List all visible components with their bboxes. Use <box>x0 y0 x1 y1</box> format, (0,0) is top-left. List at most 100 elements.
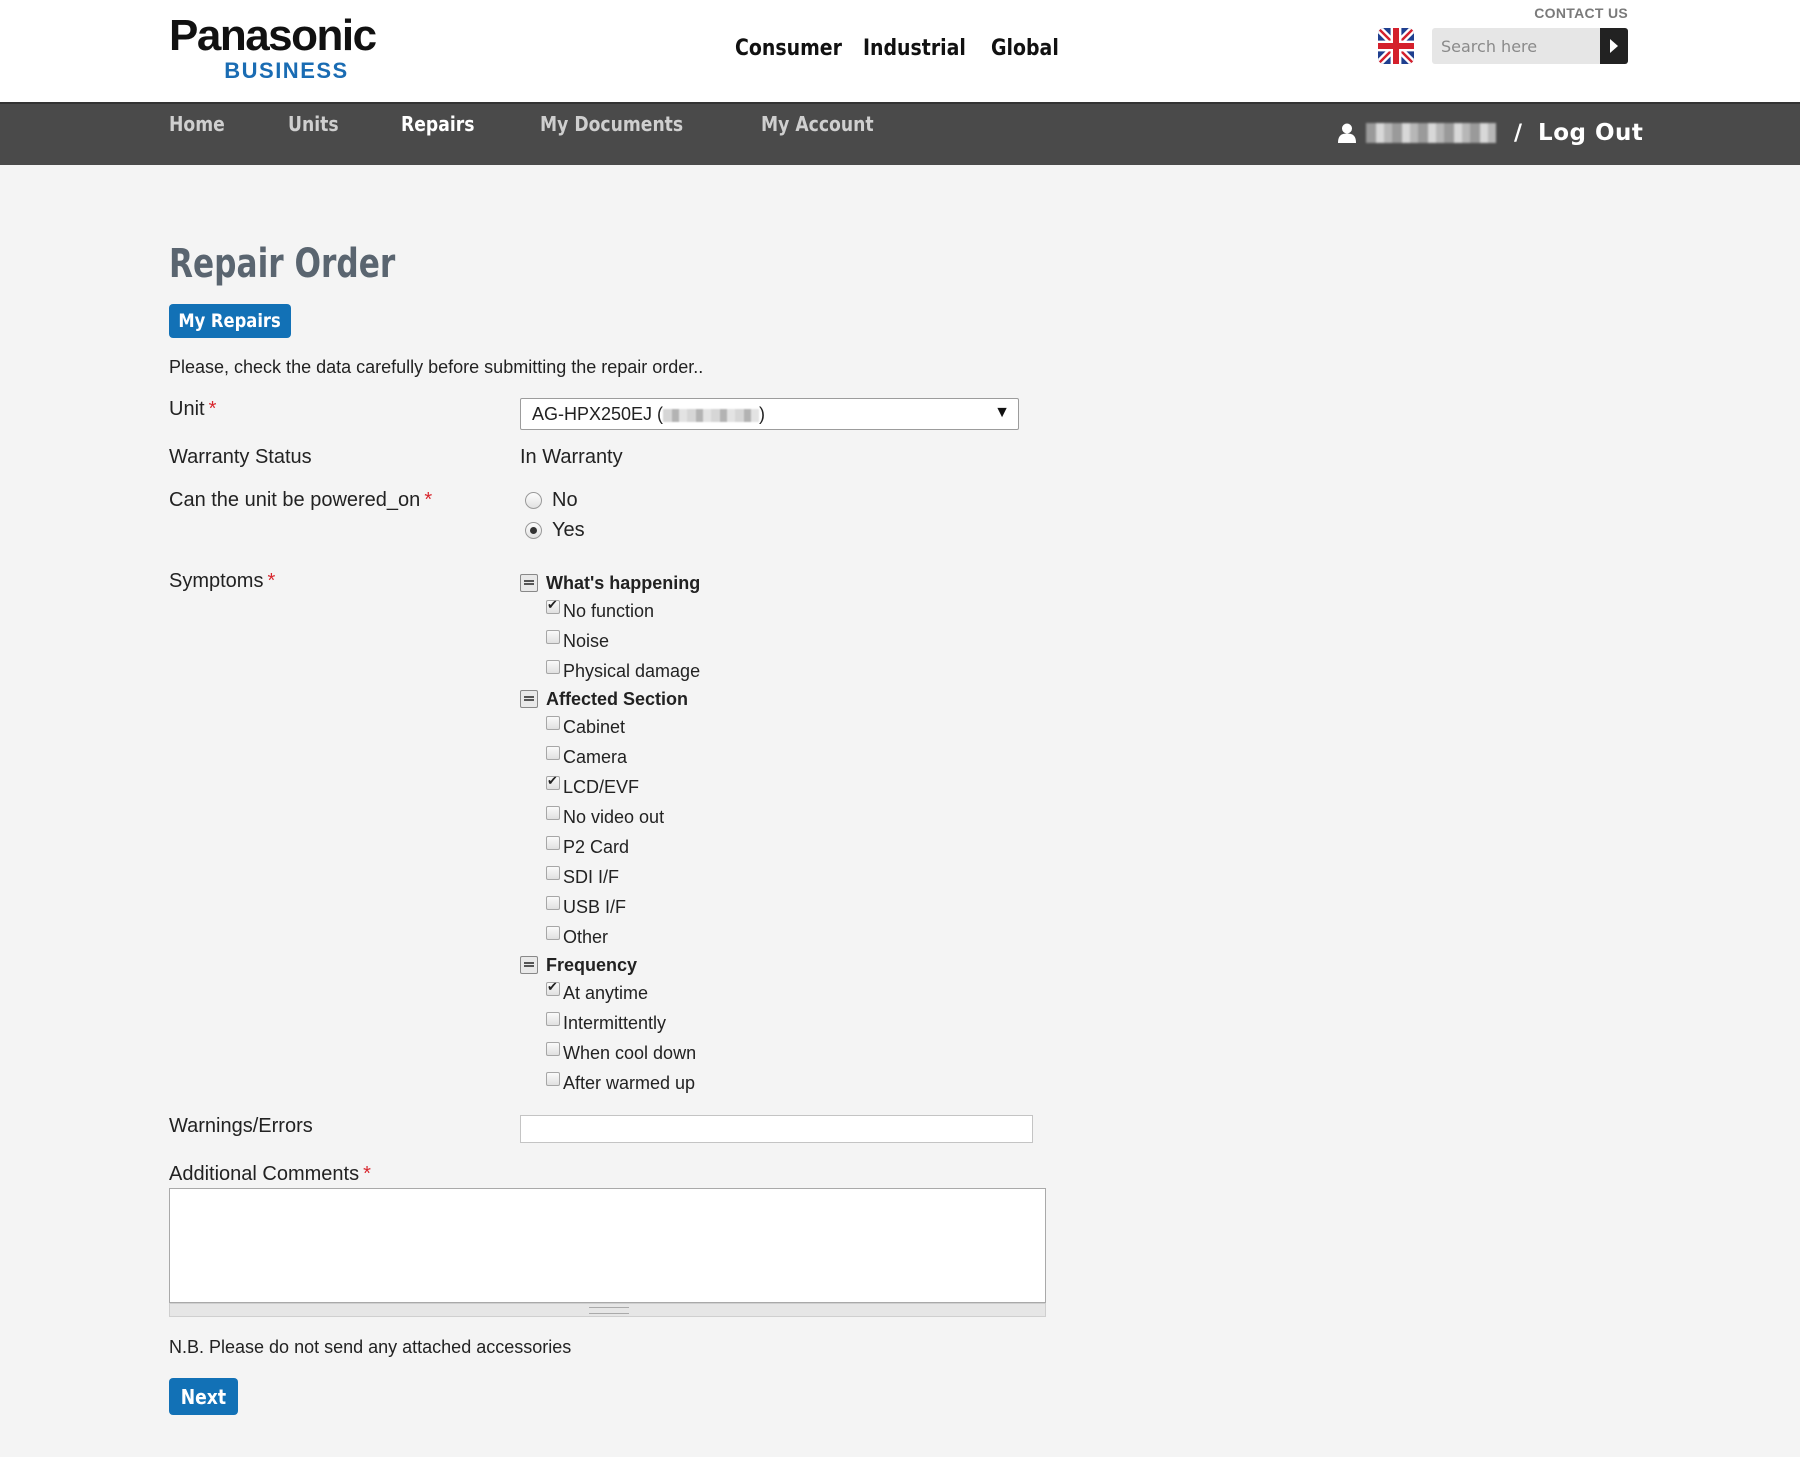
checkbox-sdi-if[interactable] <box>546 866 560 880</box>
user-area: / Log Out <box>1338 120 1643 146</box>
powered-on-label-text: Can the unit be powered_on <box>169 489 421 511</box>
checkbox-label: Camera <box>563 746 628 767</box>
checkbox-label: Cabinet <box>563 716 626 737</box>
uk-flag-icon[interactable] <box>1378 28 1414 64</box>
symptom-cabinet[interactable]: Cabinet <box>520 712 700 742</box>
required-mark: * <box>208 398 217 420</box>
comments-textarea[interactable] <box>169 1188 1046 1303</box>
nav-repairs[interactable]: Repairs <box>401 112 474 136</box>
checkbox-noise[interactable] <box>546 630 560 644</box>
comments-label: Additional Comments * <box>169 1163 371 1186</box>
checkbox-label: When cool down <box>563 1042 697 1063</box>
symptom-sdi-if[interactable]: SDI I/F <box>520 862 700 892</box>
checkbox-label: Other <box>563 926 609 947</box>
checkbox-label: SDI I/F <box>563 866 620 887</box>
search-input[interactable] <box>1432 28 1591 64</box>
checkbox-label: Intermittently <box>563 1012 667 1033</box>
checkbox-intermittently[interactable] <box>546 1012 560 1026</box>
comments-label-text: Additional Comments <box>169 1163 360 1185</box>
radio-option-yes[interactable]: Yes <box>520 515 585 545</box>
search-box <box>1432 28 1628 64</box>
checkbox-at-anytime[interactable] <box>546 979 560 996</box>
symptom-no-video-out[interactable]: No video out <box>520 802 700 832</box>
radio-no[interactable] <box>525 491 542 509</box>
comments-container <box>169 1188 1046 1318</box>
radio-yes[interactable] <box>525 521 542 539</box>
collapse-icon[interactable] <box>520 574 538 592</box>
checkbox-camera[interactable] <box>546 746 560 760</box>
nav-units[interactable]: Units <box>288 112 339 136</box>
next-button[interactable]: Next <box>169 1378 238 1415</box>
checkbox-label: P2 Card <box>563 836 630 857</box>
top-nav-consumer[interactable]: Consumer <box>735 36 842 61</box>
symptom-group-frequency[interactable]: Frequency <box>520 952 700 978</box>
checkbox-no-function[interactable] <box>546 597 560 614</box>
checkbox-no-video-out[interactable] <box>546 806 560 820</box>
checkbox-when-cool-down[interactable] <box>546 1042 560 1056</box>
next-button-label: Next <box>180 1384 227 1409</box>
separator-slash: / <box>1514 120 1523 146</box>
checkbox-label: No video out <box>563 806 665 827</box>
checkbox-cabinet[interactable] <box>546 716 560 730</box>
checkbox-lcd-evf[interactable] <box>546 773 560 790</box>
site-header: Panasonic BUSINESS Consumer Industrial G… <box>0 0 1800 102</box>
checkbox-usb-if[interactable] <box>546 896 560 910</box>
checkbox-label: No function <box>563 600 655 621</box>
nav-my-documents[interactable]: My Documents <box>540 112 683 136</box>
warnings-input[interactable] <box>520 1115 1033 1143</box>
collapse-icon[interactable] <box>520 690 538 708</box>
symptoms-label: Symptoms * <box>169 570 275 593</box>
username-redacted <box>1366 123 1496 143</box>
my-repairs-button-label: My Repairs <box>178 310 282 332</box>
user-icon <box>1338 123 1356 143</box>
warnings-label: Warnings/Errors <box>169 1115 313 1137</box>
serial-redacted <box>663 408 760 422</box>
top-nav-industrial[interactable]: Industrial <box>863 36 966 61</box>
collapse-icon[interactable] <box>520 956 538 974</box>
checkbox-label: Noise <box>563 630 610 651</box>
unit-select[interactable]: AG-HPX250EJ () ▼ <box>520 398 1019 430</box>
symptom-group-affected-section[interactable]: Affected Section <box>520 686 700 712</box>
symptom-p2-card[interactable]: P2 Card <box>520 832 700 862</box>
top-nav-global[interactable]: Global <box>991 36 1059 61</box>
radio-option-no[interactable]: No <box>520 485 585 515</box>
my-repairs-button[interactable]: My Repairs <box>169 304 291 338</box>
nav-my-account[interactable]: My Account <box>761 112 874 136</box>
warranty-value: In Warranty <box>520 446 623 468</box>
powered-on-label: Can the unit be powered_on * <box>169 489 432 512</box>
arrow-right-icon <box>1610 39 1618 53</box>
checkbox-p2-card[interactable] <box>546 836 560 850</box>
search-button[interactable] <box>1600 28 1628 64</box>
checkbox-label: At anytime <box>563 982 649 1003</box>
contact-us-link[interactable]: CONTACT US <box>1534 5 1628 21</box>
symptom-physical-damage[interactable]: Physical damage <box>520 656 700 686</box>
required-mark: * <box>424 489 433 511</box>
symptom-usb-if[interactable]: USB I/F <box>520 892 700 922</box>
resize-handle[interactable] <box>169 1303 1046 1317</box>
checkbox-physical-damage[interactable] <box>546 660 560 674</box>
dropdown-arrow-icon: ▼ <box>994 404 1010 421</box>
symptom-camera[interactable]: Camera <box>520 742 700 772</box>
symptom-noise[interactable]: Noise <box>520 626 700 656</box>
symptom-when-cool-down[interactable]: When cool down <box>520 1038 700 1068</box>
unit-label: Unit * <box>169 398 216 421</box>
panasonic-business-logo[interactable]: Panasonic BUSINESS <box>169 14 394 84</box>
logo-wordmark: Panasonic <box>169 11 377 60</box>
symptom-lcd-evf[interactable]: LCD/EVF <box>520 772 700 802</box>
logout-link[interactable]: Log Out <box>1538 120 1643 146</box>
checkbox-other[interactable] <box>546 926 560 940</box>
unit-select-value-suffix: ) <box>759 404 766 424</box>
symptom-group-whats-happening[interactable]: What's happening <box>520 570 700 596</box>
group-title: What's happening <box>546 572 701 593</box>
symptom-intermittently[interactable]: Intermittently <box>520 1008 700 1038</box>
symptom-no-function[interactable]: No function <box>520 596 700 626</box>
page-title: Repair Order <box>169 241 396 287</box>
accessories-note: N.B. Please do not send any attached acc… <box>169 1337 572 1357</box>
warranty-label: Warranty Status <box>169 446 312 468</box>
symptom-at-anytime[interactable]: At anytime <box>520 978 700 1008</box>
symptom-other[interactable]: Other <box>520 922 700 952</box>
symptom-after-warmed-up[interactable]: After warmed up <box>520 1068 700 1098</box>
nav-home[interactable]: Home <box>169 112 225 136</box>
checkbox-after-warmed-up[interactable] <box>546 1072 560 1086</box>
powered-on-options: No Yes <box>520 485 585 545</box>
